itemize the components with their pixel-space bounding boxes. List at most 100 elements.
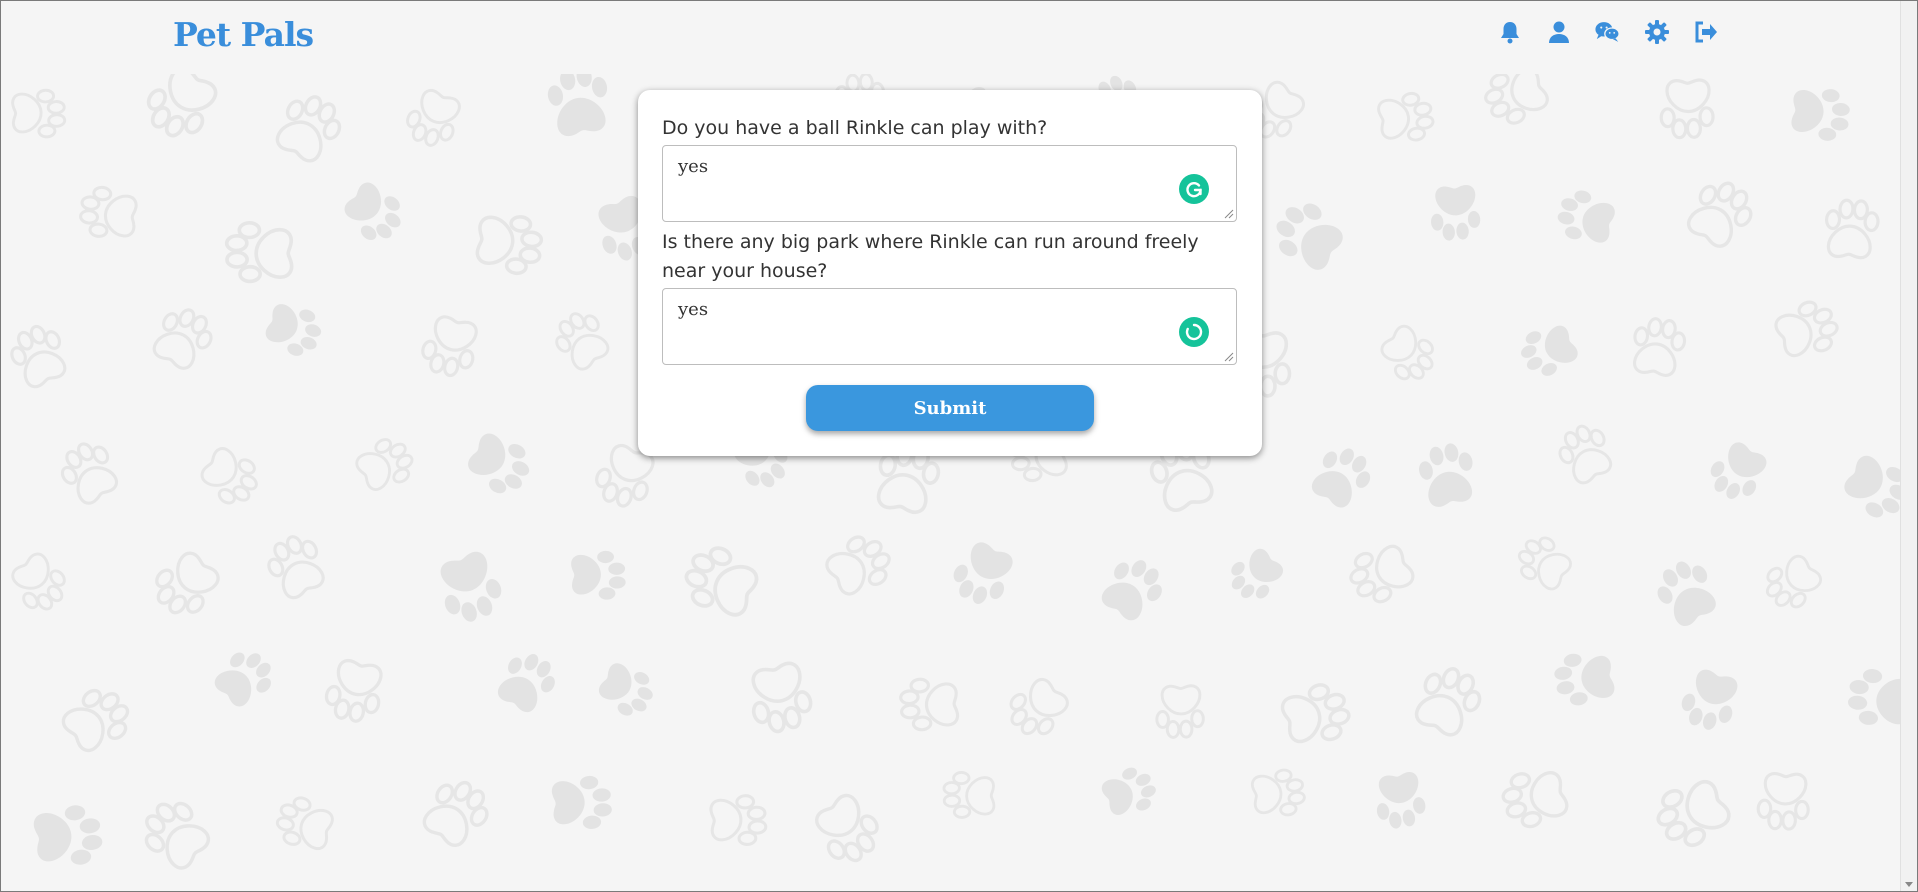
paw-print: [1377, 92, 1435, 142]
paw-print: [1376, 771, 1425, 829]
paw-print: [475, 215, 543, 276]
paw-print: [440, 551, 502, 622]
paw-print: [355, 437, 414, 491]
paw-print: [1791, 89, 1850, 141]
paw-print: [214, 652, 271, 707]
sign-out-icon[interactable]: [1693, 19, 1718, 44]
question-label-1: Do you have a ball Rinkle can play with?: [662, 117, 1048, 139]
paw-print: [1681, 669, 1738, 730]
paw-print: [1687, 181, 1753, 248]
paw-print: [1557, 190, 1615, 243]
paw-print: [814, 793, 879, 863]
paw-print: [942, 771, 996, 820]
navbar: Pet Pals: [1, 1, 1901, 74]
paw-print: [225, 221, 294, 284]
paw-print: [1844, 456, 1901, 518]
paw-print: [1484, 74, 1550, 125]
paw-print: [1657, 561, 1716, 627]
paw-print: [275, 796, 334, 850]
resize-handle-icon[interactable]: [1224, 209, 1234, 219]
answer-field-1[interactable]: yes: [662, 145, 1237, 222]
questionnaire-card: Do you have a ball Rinkle can play with?…: [638, 90, 1262, 456]
gear-icon[interactable]: [1644, 19, 1669, 44]
paw-print: [421, 314, 478, 377]
scroll-down-arrow-icon[interactable]: [1905, 882, 1913, 887]
grammar-check-icon[interactable]: [1179, 174, 1209, 204]
paw-print: [899, 677, 960, 732]
paw-print: [1558, 424, 1613, 485]
paw-print: [1632, 317, 1686, 377]
paw-print: [1231, 549, 1283, 599]
paw-print: [1251, 768, 1307, 816]
scrollbar[interactable]: [1900, 1, 1917, 891]
paw-print: [1101, 767, 1156, 816]
paw-print: [78, 186, 138, 239]
paw-print: [200, 447, 258, 505]
bell-icon[interactable]: [1497, 19, 1522, 44]
paw-print: [547, 74, 607, 137]
paw-print: [1501, 771, 1569, 829]
paw-print: [1521, 326, 1579, 377]
paw-print: [10, 324, 67, 388]
paw-print: [1009, 678, 1069, 736]
paw-print: [571, 550, 627, 600]
paw-print: [405, 88, 461, 147]
paw-print: [1101, 560, 1163, 621]
paw-print: [1380, 324, 1435, 381]
paw-print: [344, 182, 401, 240]
submit-wrap: Submit: [662, 385, 1238, 431]
paw-print: [684, 546, 759, 617]
paw-print: [1765, 554, 1822, 609]
paw-print: [825, 535, 891, 596]
brand-logo[interactable]: Pet Pals: [173, 15, 314, 54]
paw-print: [1774, 300, 1839, 358]
paw-print: [144, 802, 211, 870]
paw-print: [1312, 448, 1371, 508]
paw-print: [1155, 683, 1205, 739]
paw-print: [10, 89, 66, 139]
browser-window: Pet Pals Do you have a ball Rinkle can p…: [0, 0, 1918, 892]
paw-print: [551, 775, 612, 829]
paw-print: [751, 662, 813, 734]
paw-print: [1710, 442, 1767, 500]
nav-icons: [1497, 19, 1718, 44]
paw-print: [152, 308, 213, 370]
paw-print: [1847, 669, 1901, 726]
grammar-loading-icon[interactable]: [1179, 317, 1209, 347]
paw-print: [265, 303, 321, 356]
paw-print: [953, 542, 1014, 604]
paw-print: [33, 805, 102, 865]
paw-print: [497, 653, 555, 712]
paw-print: [1824, 198, 1880, 260]
answer-value-2[interactable]: yes: [678, 299, 708, 320]
paw-print: [267, 534, 325, 599]
paw-print: [1348, 544, 1415, 604]
paw-print: [1659, 78, 1715, 140]
paw-print: [1517, 536, 1572, 591]
paw-print: [146, 74, 218, 138]
paw-print: [61, 441, 119, 505]
paw-print: [275, 95, 341, 163]
paw-print: [11, 552, 67, 611]
paw-print: [468, 433, 530, 494]
paw-print: [1756, 772, 1810, 831]
paw-print: [61, 688, 130, 753]
paw-print: [1415, 667, 1482, 737]
paw-print: [1655, 780, 1731, 848]
paw-print: [598, 663, 653, 716]
submit-button[interactable]: Submit: [806, 385, 1094, 431]
paw-print: [709, 794, 768, 846]
paw-print: [324, 659, 383, 724]
user-icon[interactable]: [1546, 19, 1571, 44]
answer-field-2[interactable]: yes: [662, 288, 1237, 365]
paw-print: [1430, 185, 1481, 241]
paw-print: [1281, 683, 1352, 744]
paw-print: [555, 312, 610, 371]
paw-print: [155, 551, 221, 615]
paw-print: [1276, 203, 1344, 271]
answer-value-1[interactable]: yes: [678, 156, 708, 177]
resize-handle-icon[interactable]: [1224, 352, 1234, 362]
wechat-icon[interactable]: [1595, 19, 1620, 44]
paw-print: [1554, 653, 1615, 706]
question-label-2: Is there any big park where Rinkle can r…: [662, 231, 1199, 282]
